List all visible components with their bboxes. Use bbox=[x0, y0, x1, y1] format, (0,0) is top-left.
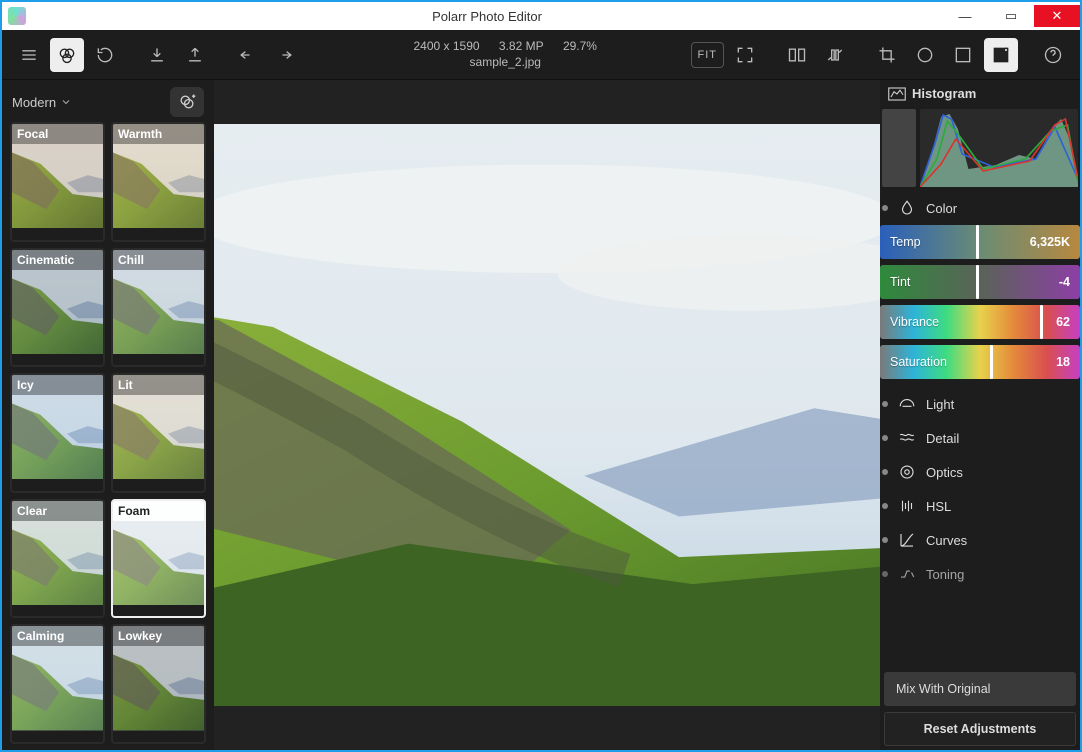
section-hsl[interactable]: HSL bbox=[880, 489, 1080, 523]
adjustments-panel: Histogram Co bbox=[880, 80, 1080, 750]
filter-label: Chill bbox=[113, 250, 204, 270]
minimize-button[interactable]: — bbox=[942, 5, 988, 27]
image-filename: sample_2.jpg bbox=[320, 55, 691, 71]
toolbar: 2400 x 1590 3.82 MP 29.7% sample_2.jpg F… bbox=[2, 30, 1080, 80]
slider-handle[interactable] bbox=[976, 265, 979, 299]
maximize-button[interactable]: ▭ bbox=[988, 5, 1034, 27]
add-filter-button[interactable] bbox=[170, 87, 204, 117]
filter-category-dropdown[interactable]: Modern bbox=[12, 95, 72, 110]
filter-label: Foam bbox=[113, 501, 204, 521]
droplet-icon bbox=[898, 199, 916, 217]
slider-tint[interactable]: Tint -4 bbox=[880, 265, 1080, 299]
slider-vibrance[interactable]: Vibrance 62 bbox=[880, 305, 1080, 339]
histogram[interactable] bbox=[882, 109, 1078, 187]
histogram-preview bbox=[882, 109, 916, 187]
filter-card-lowkey[interactable]: Lowkey bbox=[111, 624, 206, 744]
gradient-button[interactable] bbox=[946, 38, 980, 72]
hsl-icon bbox=[898, 497, 916, 515]
image-megapixels: 3.82 MP bbox=[499, 39, 544, 53]
optics-icon bbox=[898, 463, 916, 481]
close-button[interactable]: ✕ bbox=[1034, 5, 1080, 27]
slider-handle[interactable] bbox=[1040, 305, 1043, 339]
histogram-chart bbox=[920, 109, 1078, 187]
help-button[interactable] bbox=[1036, 38, 1070, 72]
slider-label: Temp bbox=[890, 225, 921, 259]
dot-icon bbox=[882, 205, 888, 211]
filters-panel: Modern Focal Warmth Cinematic Chill Icy Lit Cl… bbox=[2, 80, 214, 750]
canvas-area[interactable] bbox=[214, 80, 880, 750]
filter-label: Lowkey bbox=[113, 626, 204, 646]
filter-label: Icy bbox=[12, 375, 103, 395]
filter-card-focal[interactable]: Focal bbox=[10, 122, 105, 242]
fullscreen-button[interactable] bbox=[728, 38, 762, 72]
radial-button[interactable] bbox=[908, 38, 942, 72]
export-button[interactable] bbox=[178, 38, 212, 72]
filter-card-clear[interactable]: Clear bbox=[10, 499, 105, 619]
section-optics[interactable]: Optics bbox=[880, 455, 1080, 489]
slider-saturation[interactable]: Saturation 18 bbox=[880, 345, 1080, 379]
section-curves[interactable]: Curves bbox=[880, 523, 1080, 557]
fit-button[interactable]: FIT bbox=[691, 42, 725, 68]
import-button[interactable] bbox=[140, 38, 174, 72]
toning-icon bbox=[898, 565, 916, 583]
chevron-down-icon bbox=[60, 96, 72, 108]
filter-label: Clear bbox=[12, 501, 103, 521]
sun-icon bbox=[898, 395, 916, 413]
filter-label: Calming bbox=[12, 626, 103, 646]
section-color[interactable]: Color bbox=[880, 191, 1080, 225]
filter-card-foam[interactable]: Foam bbox=[111, 499, 206, 619]
filter-card-lit[interactable]: Lit bbox=[111, 373, 206, 493]
filter-card-warmth[interactable]: Warmth bbox=[111, 122, 206, 242]
slider-handle[interactable] bbox=[976, 225, 979, 259]
section-detail[interactable]: Detail bbox=[880, 421, 1080, 455]
compare-button[interactable] bbox=[780, 38, 814, 72]
brush-mask-button[interactable] bbox=[984, 38, 1018, 72]
slider-label: Vibrance bbox=[890, 305, 939, 339]
reset-adjustments-button[interactable]: Reset Adjustments bbox=[884, 712, 1076, 746]
histogram-icon bbox=[888, 87, 906, 101]
window-title: Polarr Photo Editor bbox=[32, 9, 942, 24]
before-after-button[interactable] bbox=[818, 38, 852, 72]
slider-label: Tint bbox=[890, 265, 910, 299]
titlebar: Polarr Photo Editor — ▭ ✕ bbox=[2, 2, 1080, 30]
menu-button[interactable] bbox=[12, 38, 46, 72]
filter-card-calming[interactable]: Calming bbox=[10, 624, 105, 744]
main-image bbox=[214, 124, 880, 706]
app-icon bbox=[8, 7, 26, 25]
detail-icon bbox=[898, 429, 916, 447]
filters-button[interactable] bbox=[50, 38, 84, 72]
slider-temp[interactable]: Temp 6,325K bbox=[880, 225, 1080, 259]
slider-value: -4 bbox=[1059, 265, 1070, 299]
section-toning[interactable]: Toning bbox=[880, 557, 1080, 591]
slider-value: 18 bbox=[1056, 345, 1070, 379]
filter-card-chill[interactable]: Chill bbox=[111, 248, 206, 368]
crop-button[interactable] bbox=[870, 38, 904, 72]
filter-label: Cinematic bbox=[12, 250, 103, 270]
filter-label: Warmth bbox=[113, 124, 204, 144]
slider-value: 62 bbox=[1056, 305, 1070, 339]
histogram-label: Histogram bbox=[912, 86, 976, 101]
slider-value: 6,325K bbox=[1030, 225, 1070, 259]
image-dimensions: 2400 x 1590 bbox=[414, 39, 480, 53]
redo-button[interactable] bbox=[268, 38, 302, 72]
filter-label: Focal bbox=[12, 124, 103, 144]
slider-handle[interactable] bbox=[990, 345, 993, 379]
filter-label: Lit bbox=[113, 375, 204, 395]
filter-card-icy[interactable]: Icy bbox=[10, 373, 105, 493]
section-light[interactable]: Light bbox=[880, 387, 1080, 421]
undo-button[interactable] bbox=[230, 38, 264, 72]
mix-with-original-button[interactable]: Mix With Original bbox=[884, 672, 1076, 706]
image-zoom: 29.7% bbox=[563, 39, 597, 53]
filter-category-label: Modern bbox=[12, 95, 56, 110]
curves-icon bbox=[898, 531, 916, 549]
filter-card-cinematic[interactable]: Cinematic bbox=[10, 248, 105, 368]
image-info: 2400 x 1590 3.82 MP 29.7% sample_2.jpg bbox=[320, 39, 691, 70]
history-button[interactable] bbox=[88, 38, 122, 72]
slider-label: Saturation bbox=[890, 345, 947, 379]
